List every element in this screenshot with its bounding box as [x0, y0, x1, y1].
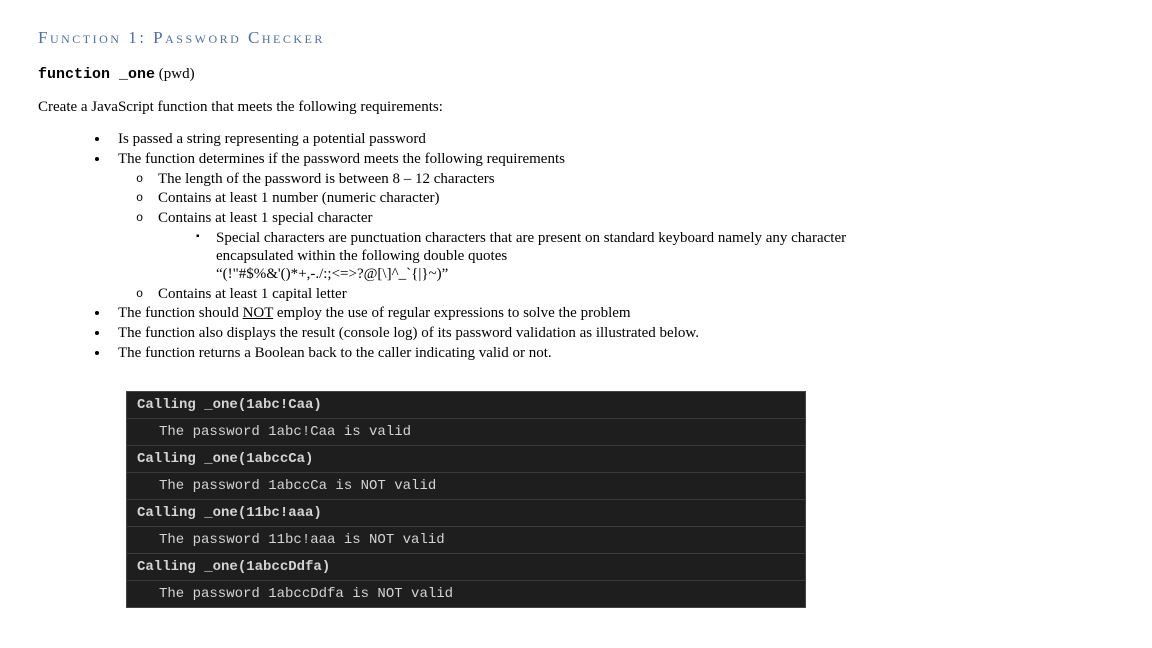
req-text: The function determines if the password …: [118, 151, 565, 167]
req-not-emphasis: NOT: [243, 305, 274, 321]
function-signature: function _one (pwd): [38, 66, 1114, 83]
signature-fn: function _one: [38, 66, 155, 83]
req-item: The function returns a Boolean back to t…: [110, 344, 1114, 363]
console-line: Calling _one(1abccDdfa): [127, 554, 805, 581]
subsubreq-item: Special characters are punctuation chara…: [216, 229, 856, 284]
sub-requirements-list: The length of the password is between 8 …: [158, 170, 1114, 304]
console-line: The password 11bc!aaa is NOT valid: [127, 527, 805, 554]
subreq-text: Contains at least 1 special character: [158, 210, 373, 226]
req-text-partA: The function should: [118, 305, 243, 321]
req-item: The function determines if the password …: [110, 150, 1114, 304]
console-line: The password 1abccCa is NOT valid: [127, 473, 805, 500]
console-line: The password 1abc!Caa is valid: [127, 419, 805, 446]
req-item: The function also displays the result (c…: [110, 324, 1114, 343]
special-char-string: “(!"#$%&'()*+,-./:;<=>?@[\]^_`{|}~)”: [216, 266, 448, 282]
section-title: Function 1: Password Checker: [38, 28, 1114, 48]
subreq-item: Contains at least 1 number (numeric char…: [158, 189, 1114, 208]
req-item: Is passed a string representing a potent…: [110, 130, 1114, 149]
console-line: Calling _one(11bc!aaa): [127, 500, 805, 527]
console-line: The password 1abccDdfa is NOT valid: [127, 581, 805, 607]
intro-text: Create a JavaScript function that meets …: [38, 99, 1114, 116]
signature-args: (pwd): [155, 66, 195, 82]
console-output: Calling _one(1abc!Caa) The password 1abc…: [126, 391, 806, 608]
subreq-item: The length of the password is between 8 …: [158, 170, 1114, 189]
req-item: The function should NOT employ the use o…: [110, 304, 1114, 323]
requirements-list: Is passed a string representing a potent…: [110, 130, 1114, 363]
console-line: Calling _one(1abc!Caa): [127, 392, 805, 419]
console-line: Calling _one(1abccCa): [127, 446, 805, 473]
req-text-partB: employ the use of regular expressions to…: [273, 305, 630, 321]
subsub-requirements-list: Special characters are punctuation chara…: [216, 229, 1114, 284]
subreq-item: Contains at least 1 special character Sp…: [158, 209, 1114, 284]
subreq-item: Contains at least 1 capital letter: [158, 285, 1114, 304]
special-char-desc: Special characters are punctuation chara…: [216, 230, 846, 264]
